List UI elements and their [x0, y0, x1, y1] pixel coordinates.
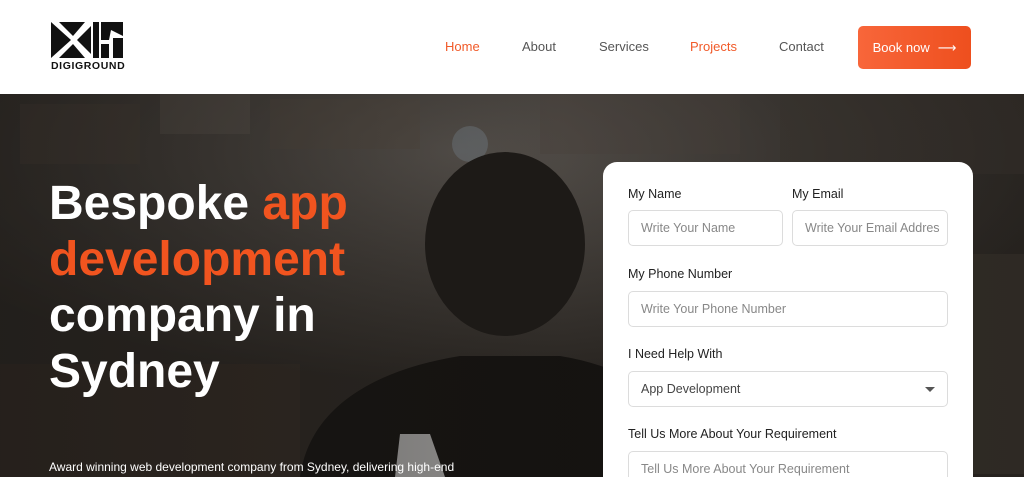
hero-title-part2: company in [49, 289, 316, 342]
arrow-right-icon: ⟶ [937, 40, 957, 55]
phone-input[interactable]: Write Your Phone Number [628, 291, 948, 327]
hero-title: Bespoke app development company in Sydne… [49, 176, 569, 400]
email-input[interactable]: Write Your Email Addres [792, 210, 948, 246]
phone-placeholder: Write Your Phone Number [641, 302, 786, 316]
requirement-label: Tell Us More About Your Requirement [628, 427, 837, 441]
brand-name: DIGIGROUND [51, 60, 126, 72]
nav-about[interactable]: About [522, 39, 556, 54]
requirement-placeholder: Tell Us More About Your Requirement [641, 462, 850, 476]
help-select[interactable]: App Development [628, 371, 948, 407]
phone-label: My Phone Number [628, 267, 733, 281]
hero-subtitle: Award winning web development company fr… [49, 460, 455, 474]
book-now-label: Book now [872, 40, 930, 55]
nav-home[interactable]: Home [445, 39, 480, 54]
nav-projects[interactable]: Projects [690, 39, 737, 54]
hero-title-part3: Sydney [49, 345, 220, 398]
hero-title-part1: Bespoke [49, 177, 263, 230]
nav-services[interactable]: Services [599, 39, 649, 54]
help-label: I Need Help With [628, 347, 723, 361]
book-now-button[interactable]: Book now ⟶ [858, 26, 971, 69]
chevron-down-icon [925, 386, 935, 392]
contact-form-card: My Name Write Your Name My Email Write Y… [603, 162, 973, 477]
name-placeholder: Write Your Name [641, 221, 736, 235]
hero-title-accent2: development [49, 233, 346, 286]
email-label: My Email [792, 187, 844, 201]
site-header: DIGIGROUND Home About Services Projects … [0, 0, 1024, 94]
name-label: My Name [628, 187, 682, 201]
requirement-textarea[interactable]: Tell Us More About Your Requirement [628, 451, 948, 477]
email-placeholder: Write Your Email Addres [805, 221, 940, 235]
name-input[interactable]: Write Your Name [628, 210, 783, 246]
help-selected-value: App Development [641, 382, 741, 396]
hero-title-accent1: app [262, 177, 348, 230]
nav-contact[interactable]: Contact [779, 39, 824, 54]
